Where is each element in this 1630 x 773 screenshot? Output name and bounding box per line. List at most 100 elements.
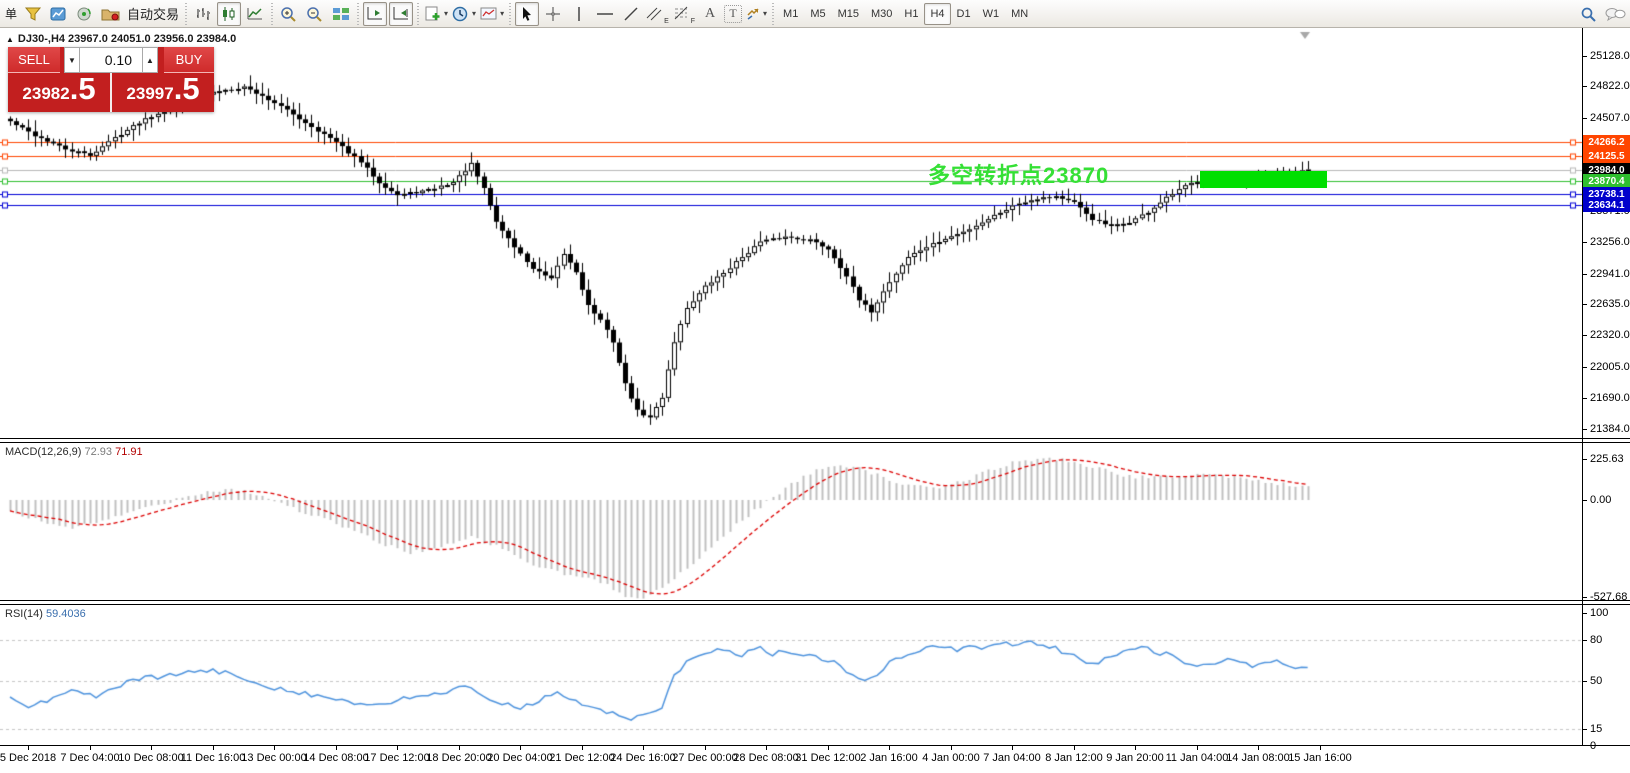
text-label-tool-icon[interactable]: T (724, 5, 742, 23)
toolbar-grip[interactable] (271, 3, 273, 25)
cursor-icon[interactable] (515, 2, 539, 26)
line-chart-icon[interactable] (243, 2, 267, 26)
timeframe-button-m1[interactable]: M1 (777, 3, 804, 25)
price-axis-tick (1582, 367, 1587, 368)
chevron-down-icon: ▾ (500, 9, 504, 18)
timeframe-button-d1[interactable]: D1 (951, 3, 977, 25)
rsi-name: RSI(14) (5, 608, 43, 620)
time-axis-tick (705, 746, 706, 750)
price-axis-tick-label: 21384.0 (1590, 423, 1630, 435)
indicator-axis-tick (1582, 613, 1587, 614)
price-axis-tick-label: 24507.0 (1590, 112, 1630, 124)
price-axis-tick (1582, 304, 1587, 305)
buy-button[interactable]: BUY (164, 47, 214, 73)
indicator-axis-tick (1582, 459, 1587, 460)
time-axis-label: 15 Jan 16:00 (1288, 752, 1352, 764)
timeframe-button-mn[interactable]: MN (1005, 3, 1034, 25)
time-axis-label: 2 Jan 16:00 (860, 752, 918, 764)
volume-input[interactable]: 0.10 (80, 47, 142, 73)
time-axis-tick (582, 746, 583, 750)
indicator-axis-tick (1582, 729, 1587, 730)
bar-chart-icon[interactable] (191, 2, 215, 26)
sell-button[interactable]: SELL (8, 47, 60, 73)
horizontal-line-tool-icon[interactable] (593, 2, 617, 26)
price-axis-tick (1582, 118, 1587, 119)
time-axis-tick (1074, 746, 1075, 750)
macd-canvas[interactable] (0, 444, 1582, 600)
time-axis-label: 27 Dec 00:00 (672, 752, 737, 764)
timeframe-button-m5[interactable]: M5 (804, 3, 831, 25)
templates-icon[interactable]: ▾ (479, 2, 505, 26)
chevron-down-icon: ▾ (444, 9, 448, 18)
collapse-panel-icon[interactable]: ▲ (6, 35, 14, 44)
rsi-zero-label: 0 (1590, 740, 1596, 752)
time-axis-label: 14 Dec 08:00 (303, 752, 368, 764)
autotrading-label[interactable]: 自动交易 (124, 4, 182, 23)
price-axis-tick-label: 25128.0 (1590, 50, 1630, 62)
price-level-label: 23634.1 (1583, 198, 1630, 212)
text-tool-icon[interactable]: A (698, 2, 722, 26)
timeframe-button-h4[interactable]: H4 (924, 3, 950, 25)
navigator-icon[interactable] (73, 2, 97, 26)
new-chart-icon[interactable]: ▾ (423, 2, 449, 26)
time-axis-label: 24 Dec 16:00 (610, 752, 675, 764)
auto-scroll-icon[interactable] (363, 2, 387, 26)
time-axis-tick (274, 746, 275, 750)
zoom-out-icon[interactable] (303, 2, 327, 26)
channel-tool-icon[interactable]: E (645, 2, 670, 26)
rsi-value: 59.4036 (46, 608, 86, 620)
toolbar-grip[interactable] (417, 3, 419, 25)
candlestick-chart-icon[interactable] (217, 2, 241, 26)
time-axis-tick (397, 746, 398, 750)
volume-decrease-button[interactable]: ▼ (64, 47, 80, 73)
trendline-tool-icon[interactable] (619, 2, 643, 26)
toolbar-grip[interactable] (185, 3, 187, 25)
new-order-label[interactable]: 单 (2, 5, 20, 22)
volume-increase-button[interactable]: ▲ (142, 47, 158, 73)
indicator-axis-tick-label: 0.00 (1590, 494, 1611, 506)
fibonacci-tool-icon[interactable]: F (672, 2, 696, 26)
indicator-axis-tick (1582, 597, 1587, 598)
timeframe-button-h1[interactable]: H1 (898, 3, 924, 25)
support-zone-rectangle[interactable] (1200, 171, 1327, 188)
sell-price[interactable]: 23982 .5 (8, 73, 110, 112)
chevron-down-icon: ▾ (763, 9, 767, 18)
timeframe-button-m15[interactable]: M15 (832, 3, 865, 25)
price-chart-canvas[interactable] (0, 28, 1582, 438)
buy-price-main: 23997 (126, 84, 173, 104)
chart-shift-icon[interactable] (389, 2, 413, 26)
toolbar-grip[interactable] (357, 3, 359, 25)
zoom-in-icon[interactable] (277, 2, 301, 26)
periods-icon[interactable]: ▾ (451, 2, 477, 26)
rsi-canvas[interactable] (0, 606, 1582, 745)
chat-icon[interactable] (1603, 2, 1627, 26)
chart-annotation-text[interactable]: 多空转折点23870 (928, 158, 1109, 190)
buy-price[interactable]: 23997 .5 (112, 73, 214, 112)
time-axis-tick (1320, 746, 1321, 750)
indicator-axis-tick-label: 100 (1590, 607, 1608, 619)
macd-panel-divider[interactable] (0, 438, 1630, 443)
arrows-tool-icon[interactable]: ▾ (744, 2, 768, 26)
toolbar-grip[interactable] (509, 3, 511, 25)
search-icon[interactable] (1577, 2, 1601, 26)
price-axis-tick (1582, 242, 1587, 243)
time-axis-tick (90, 746, 91, 750)
time-axis-tick (1012, 746, 1013, 750)
price-axis-tick-label: 21690.0 (1590, 392, 1630, 404)
price-axis-tick-label: 22941.0 (1590, 268, 1630, 280)
rsi-panel-divider[interactable] (0, 600, 1630, 605)
timeframe-button-w1[interactable]: W1 (977, 3, 1006, 25)
market-watch-icon[interactable] (47, 2, 71, 26)
price-axis-tick-label: 22320.0 (1590, 329, 1630, 341)
time-axis-label: 11 Jan 04:00 (1166, 752, 1229, 764)
vertical-line-tool-icon[interactable] (567, 2, 591, 26)
toolbar-grip[interactable] (772, 3, 774, 25)
timeframe-button-m30[interactable]: M30 (865, 3, 898, 25)
macd-signal-value: 71.91 (115, 446, 143, 458)
tile-windows-icon[interactable] (329, 2, 353, 26)
new-order-icon[interactable] (21, 2, 45, 26)
toolbar: 单 自动交易 (0, 0, 1630, 28)
price-axis-tick (1582, 398, 1587, 399)
autotrading-icon[interactable] (99, 2, 123, 26)
crosshair-icon[interactable] (541, 2, 565, 26)
